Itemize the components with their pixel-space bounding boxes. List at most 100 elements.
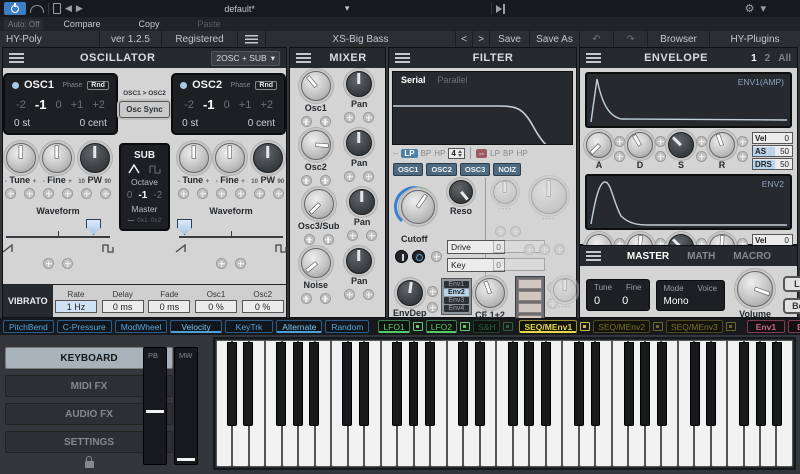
browser-button[interactable]: Browser xyxy=(648,31,710,47)
mod-env2[interactable]: Env2 xyxy=(788,320,800,333)
boost-button[interactable]: Boost xyxy=(783,298,800,314)
vibrato-osc2-value[interactable]: 0 % xyxy=(241,299,284,313)
piano-black-key[interactable] xyxy=(226,342,237,426)
paste-button[interactable]: Paste xyxy=(179,18,238,30)
routing-parallel-tab[interactable]: Parallel xyxy=(438,75,468,85)
filter-curve[interactable] xyxy=(393,88,574,144)
mod-plus-button[interactable] xyxy=(363,171,375,182)
osc1-octave-selector[interactable]: -2 -1 0 +1 +2 xyxy=(12,97,109,112)
prev-preset-button[interactable]: ◀ xyxy=(65,3,72,14)
seq-menv2-display-icon[interactable] xyxy=(652,322,663,331)
osc1-phase-mode-button[interactable]: Rnd xyxy=(87,80,109,90)
mod-plus-button[interactable] xyxy=(344,112,356,123)
piano-black-key[interactable] xyxy=(458,342,469,426)
routing-serial-tab[interactable]: Serial xyxy=(401,75,426,85)
seq-menv3-display-icon[interactable] xyxy=(725,322,736,331)
mw-slider[interactable]: MW xyxy=(174,347,198,465)
mixer-osc3-sub-pan-knob[interactable] xyxy=(349,189,376,215)
piano-black-key[interactable] xyxy=(623,342,634,426)
mod-plus-button[interactable] xyxy=(431,251,442,262)
mod-plus-button[interactable] xyxy=(24,188,35,199)
vibrato-delay-value[interactable]: 0 ms xyxy=(101,299,144,313)
mod-plus-button[interactable] xyxy=(363,289,375,300)
filter1-type-none[interactable]: -- xyxy=(393,149,398,158)
env1-decay-knob[interactable] xyxy=(627,132,653,158)
filter-menu-icon[interactable] xyxy=(395,53,410,63)
bypass-curve-icon[interactable] xyxy=(30,4,44,13)
piano-black-key[interactable] xyxy=(507,342,518,426)
keytrack-toggle-icon[interactable] xyxy=(395,250,408,263)
piano-black-key[interactable] xyxy=(342,342,353,426)
osc2-fine-knob[interactable] xyxy=(215,143,246,173)
mod-plus-button[interactable] xyxy=(235,258,246,269)
env-tab-2[interactable]: 2 xyxy=(765,53,771,64)
vibrato-rate-value[interactable]: 1 Hz xyxy=(55,299,97,313)
filter1-input-osc1[interactable]: OSC1 xyxy=(393,163,424,176)
piano-black-key[interactable] xyxy=(755,342,766,426)
filter-cf-knob[interactable] xyxy=(475,278,505,308)
sub-triangle-wave-icon[interactable] xyxy=(128,164,141,174)
mod-plus-button[interactable] xyxy=(554,244,565,255)
osc1-cent-value[interactable]: 0 cent xyxy=(80,118,107,129)
mod-random[interactable]: Random xyxy=(325,320,370,333)
mod-plus-button[interactable] xyxy=(300,293,312,304)
undo-button[interactable]: ↶ xyxy=(580,31,614,47)
mod-plus-button[interactable] xyxy=(303,234,315,245)
mod-plus-button[interactable] xyxy=(300,175,312,186)
piano-black-key[interactable] xyxy=(524,342,535,426)
master-volume-knob[interactable] xyxy=(737,271,774,307)
mod-plus-button[interactable] xyxy=(614,151,625,162)
osc2-waveform-slider[interactable] xyxy=(173,219,289,245)
osc2-enable-led[interactable] xyxy=(180,81,188,89)
osc1-enable-led[interactable] xyxy=(12,81,19,89)
gear-dropdown-icon[interactable]: ▾ xyxy=(760,2,766,15)
mod-plus-button[interactable] xyxy=(235,188,246,199)
mod-plus-button[interactable] xyxy=(300,116,312,127)
mod-plus-button[interactable] xyxy=(322,234,334,245)
tab-macro[interactable]: MACRO xyxy=(733,251,771,262)
mod-plus-button[interactable] xyxy=(344,171,356,182)
vibrato-fade-value[interactable]: 0 ms xyxy=(148,299,191,313)
mod-lfo2[interactable]: LFO2 xyxy=(425,320,457,333)
osc2-semitone-value[interactable]: 0 st xyxy=(182,118,198,129)
env1-drs-box[interactable]: DRS 50 xyxy=(752,158,793,170)
power-button[interactable] xyxy=(4,2,26,15)
piano-black-key[interactable] xyxy=(739,342,750,426)
env-tab-all[interactable]: All xyxy=(778,53,791,64)
filter2-reso-knob[interactable] xyxy=(493,180,517,204)
mod-plus-button[interactable] xyxy=(524,244,535,255)
sh-display-icon[interactable] xyxy=(503,322,514,331)
pb-slider-handle[interactable] xyxy=(146,410,164,413)
mod-plus-button[interactable] xyxy=(319,116,331,127)
master-tune-box[interactable]: Tune Fine 00 xyxy=(586,279,650,311)
mod-plus-button[interactable] xyxy=(696,136,707,147)
mod-plus-button[interactable] xyxy=(427,302,438,313)
tab-math[interactable]: MATH xyxy=(687,251,715,262)
save-as-button[interactable]: Save As xyxy=(530,31,580,47)
piano-black-key[interactable] xyxy=(276,342,287,426)
filter2-type-none[interactable]: -- xyxy=(475,148,488,158)
piano-black-key[interactable] xyxy=(540,342,551,426)
mod-env1[interactable]: Env1 xyxy=(746,320,786,333)
mod-plus-button[interactable] xyxy=(655,136,666,147)
piano-black-key[interactable] xyxy=(772,342,783,426)
osc1-tune-knob[interactable] xyxy=(5,143,36,173)
mod-plus-button[interactable] xyxy=(510,226,521,237)
preset-file-icon[interactable] xyxy=(53,3,61,14)
filter1-input-osc2[interactable]: OSC2 xyxy=(426,163,457,176)
piano-black-key[interactable] xyxy=(706,342,717,426)
filter-envdep-knob[interactable] xyxy=(396,280,423,306)
osc1-waveform-handle[interactable] xyxy=(86,219,101,235)
preset-forward-button[interactable]: > xyxy=(473,31,490,47)
mixer-osc2-level-knob[interactable] xyxy=(300,130,331,160)
piano-black-key[interactable] xyxy=(408,342,419,426)
auto-off-badge[interactable]: Auto: Off xyxy=(4,18,44,30)
piano-black-key[interactable] xyxy=(425,342,436,426)
mod-velocity[interactable]: Velocity xyxy=(170,320,222,333)
filter1-input-noiz[interactable]: NOIZ xyxy=(493,163,522,176)
env1-attack-knob[interactable] xyxy=(586,132,612,158)
save-button[interactable]: Save xyxy=(490,31,530,47)
piano-black-key[interactable] xyxy=(292,342,303,426)
mod-c-pressure[interactable]: C-Pressure xyxy=(56,320,112,333)
piano-black-key[interactable] xyxy=(474,342,485,426)
